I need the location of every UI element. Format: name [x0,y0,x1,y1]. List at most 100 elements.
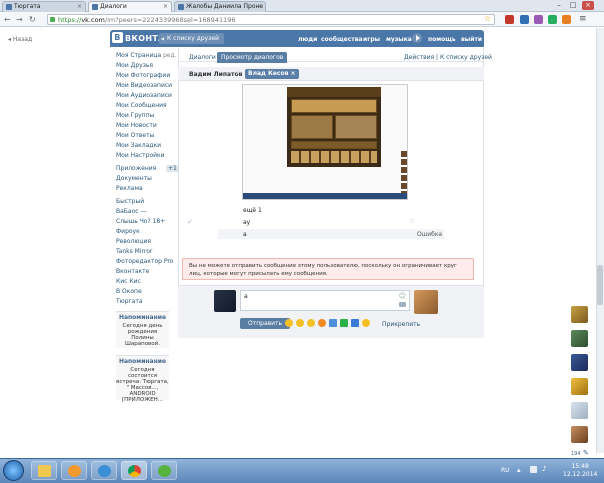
reload-icon[interactable]: ↻ [29,15,36,24]
nav-help[interactable]: помощь [428,36,456,43]
emoji-angry-icon[interactable] [318,319,326,327]
start-button[interactable] [3,460,24,481]
checkmark-icon: ✓ [187,218,193,226]
menu-item-ads[interactable]: Реклама [116,185,143,192]
peer-name-active[interactable]: Влад Кесов × [245,69,299,79]
menu-group-link[interactable]: Фироук [116,228,140,235]
close-tab-icon[interactable]: × [257,3,262,10]
dialog-actions-link[interactable]: Действия | К списку друзей [404,54,492,61]
language-indicator[interactable]: RU [501,467,510,474]
nav-logout[interactable]: выйти [461,36,482,43]
menu-item[interactable]: Мои Друзья [116,62,153,69]
nav-people[interactable]: люди [298,36,317,43]
menu-item[interactable]: Мои Группы [116,112,154,119]
browser-tab[interactable]: Жалобы Даниила Проне × [174,1,266,12]
forward-arrow-icon[interactable]: → [16,15,23,24]
menu-group-link[interactable]: Тюргата [116,298,143,305]
taskbar-chrome[interactable] [121,461,147,480]
avatar[interactable] [214,290,236,312]
play-icon[interactable] [412,33,422,43]
message-row-error[interactable] [218,229,444,239]
back-arrow-icon[interactable]: ← [4,15,11,24]
friend-avatar[interactable] [571,354,588,371]
bookmark-star-icon[interactable]: ☆ [484,14,491,23]
browser-tab[interactable]: Тюргата × [2,1,86,12]
camera-icon[interactable] [399,302,406,307]
browser-tab-active[interactable]: Диалоги × [88,1,172,12]
peer-avatar[interactable] [414,290,438,314]
friend-avatar[interactable] [571,378,588,395]
menu-group-link[interactable]: Tanks Mirror [116,248,152,255]
menu-group-link[interactable]: ВаБаос — [116,208,146,215]
emoji-frog-icon[interactable] [340,319,348,327]
emoji-thumb-icon[interactable] [362,319,370,327]
friend-avatar[interactable] [571,426,588,443]
friend-avatar[interactable] [571,402,588,419]
network-icon[interactable] [530,466,537,473]
friend-avatar[interactable] [571,306,588,323]
menu-item[interactable]: Мои Фотографии [116,72,170,79]
taskbar-utorrent[interactable] [151,461,177,480]
nav-music[interactable]: музыка [386,36,412,43]
address-bar[interactable]: https://vk.com/im?peers=2224339968sel=16… [47,14,495,25]
extension-icon[interactable] [520,15,529,24]
menu-item[interactable]: Мои Ответы [116,132,154,139]
adblock-extension-icon[interactable] [505,15,514,24]
menu-item[interactable]: Мои Настройки [116,152,165,159]
attach-link[interactable]: Прикрепить [382,321,420,328]
emoji-smile-icon[interactable] [285,319,293,327]
maximize-window-icon[interactable]: □ [567,1,579,10]
menu-item-apps[interactable]: Приложения [116,165,156,172]
menu-group-link[interactable]: Быстрый [116,198,144,205]
back-to-friends-button[interactable]: К списку друзей [159,33,224,44]
extension-icon[interactable] [534,15,543,24]
volume-icon[interactable]: ♪ [542,465,546,473]
chat-icon[interactable]: ✎ [583,449,589,457]
menu-item-documents[interactable]: Документы [116,175,152,182]
menu-item[interactable]: Мои Видеозаписи [116,82,172,89]
back-link[interactable]: ◂ Назад [8,36,32,43]
close-peer-icon[interactable]: × [291,70,296,77]
friend-avatar[interactable] [571,330,588,347]
extension-icon[interactable] [548,15,557,24]
menu-group-link[interactable]: Кис Кис [116,278,141,285]
message-attachment-image[interactable] [242,84,408,200]
menu-item[interactable]: Мои Аудиозаписи [116,92,172,99]
emoji-wink-icon[interactable] [307,319,315,327]
extension-icon[interactable] [562,15,571,24]
menu-item[interactable]: Мои Закладки [116,142,161,149]
nav-communities[interactable]: сообщества [321,36,363,43]
emoji-grin-icon[interactable] [296,319,304,327]
menu-group-link[interactable]: Слышь Чо? 18+ [116,218,165,225]
clock[interactable]: 15:48 12.12.2014 [563,463,597,479]
tray-arrow-icon[interactable]: ▴ [517,466,521,474]
emoji-icon[interactable]: ☺ [399,292,406,300]
taskbar-media[interactable] [61,461,87,480]
close-tab-icon[interactable]: × [163,3,168,10]
scrollbar-thumb[interactable] [597,265,603,305]
send-button[interactable]: Отправить [240,318,291,329]
tab-view-dialogs[interactable]: Просмотр диалогов [217,52,288,63]
taskbar-explorer[interactable] [31,461,57,480]
close-peer-icon[interactable]: × [235,70,240,77]
nav-games[interactable]: игры [363,36,380,43]
close-tab-icon[interactable]: × [77,3,82,10]
menu-group-link[interactable]: В Окопе [116,288,142,295]
menu-group-link[interactable]: Революция [116,238,151,245]
close-window-icon[interactable]: × [582,1,594,10]
star-icon[interactable]: ☆ [409,217,415,225]
minimize-window-icon[interactable]: – [553,1,565,10]
edit-link[interactable]: ред. [163,52,177,59]
menu-item[interactable]: Мои Новости [116,122,157,129]
emoji-heart-icon[interactable] [351,319,359,327]
menu-item[interactable]: Мои Сообщения [116,102,167,109]
tab-dialogs[interactable]: Диалоги [189,54,216,61]
menu-group-link[interactable]: Фоторедактор Pro [116,258,173,265]
menu-group-link[interactable]: Вконтакте [116,268,149,275]
taskbar-ie[interactable] [91,461,117,480]
menu-item[interactable]: Моя Страница [116,52,161,59]
menu-icon[interactable]: ≡ [579,14,587,24]
scrollbar[interactable] [596,28,604,453]
message-input[interactable]: а ☺ [240,290,410,311]
emoji-cool-icon[interactable] [329,319,337,327]
